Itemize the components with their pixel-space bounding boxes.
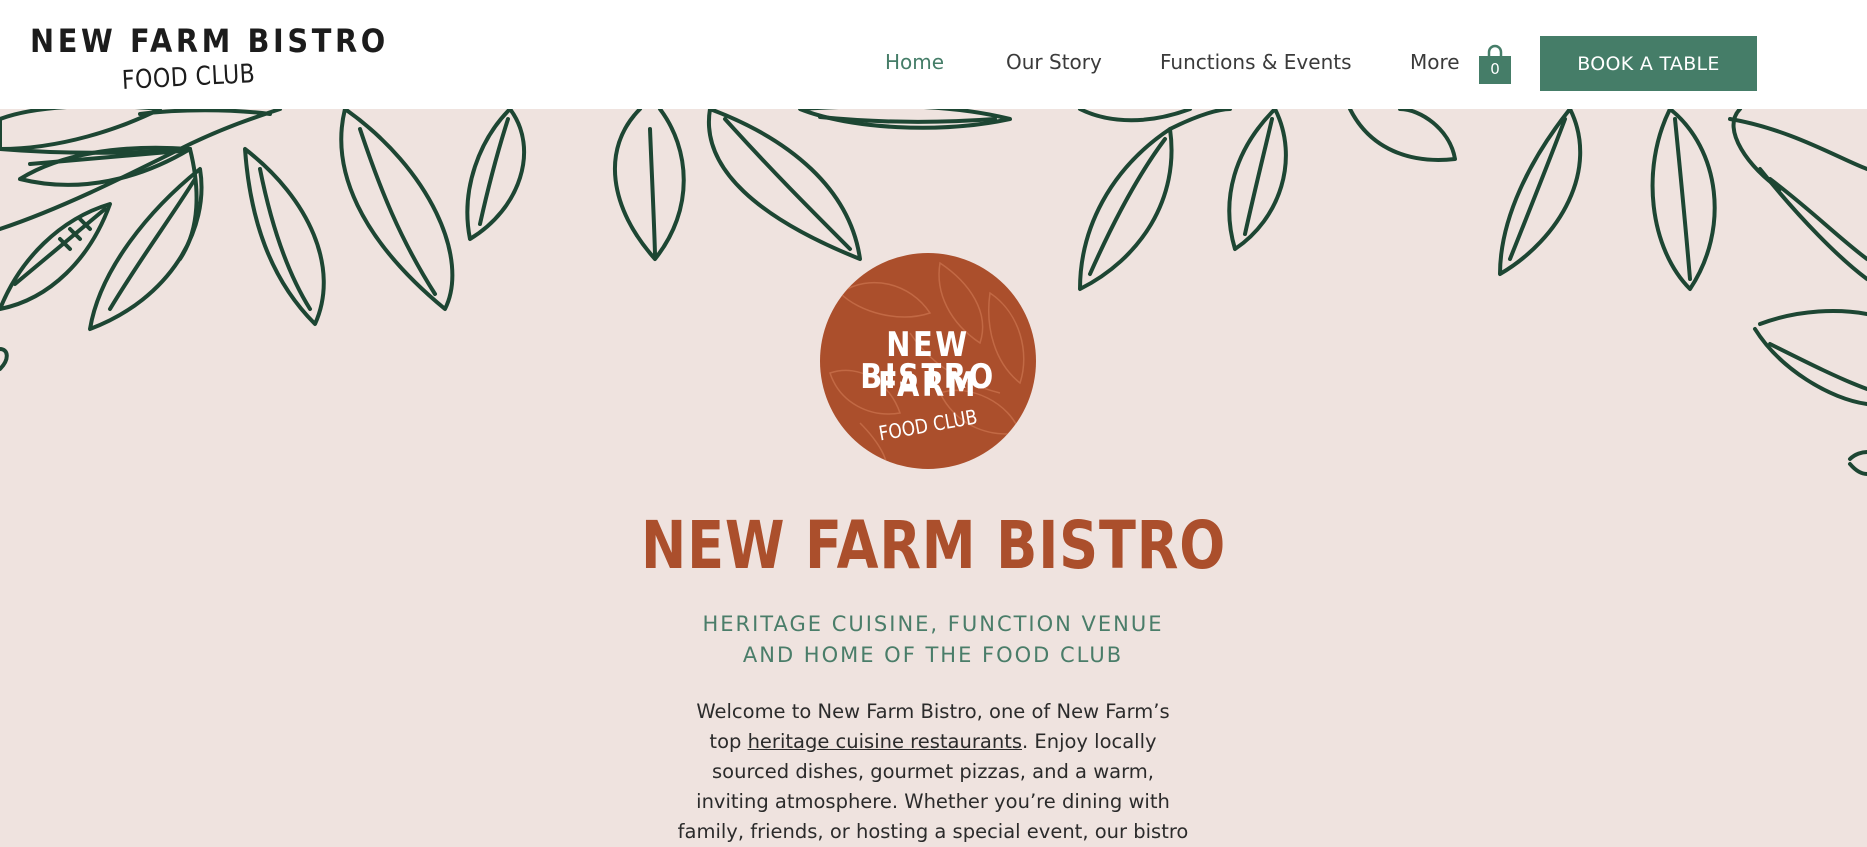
intro-line2-pre: top xyxy=(709,730,748,753)
brand-name: NEW FARM BISTRO xyxy=(30,22,389,60)
hero-section: NEW FARM BISTRO FOOD CLUB NEW FARM BISTR… xyxy=(0,109,1867,843)
nav-item-more[interactable]: More xyxy=(1410,50,1460,74)
hero-logo-badge: NEW FARM BISTRO FOOD CLUB xyxy=(820,253,1036,469)
site-header: NEW FARM BISTRO FOOD CLUB Home Our Story… xyxy=(0,0,1867,109)
brand-tagline: FOOD CLUB xyxy=(121,59,256,96)
brand-logo[interactable]: NEW FARM BISTRO FOOD CLUB xyxy=(30,20,389,100)
intro-line1: Welcome to New Farm Bistro, one of New F… xyxy=(696,700,1170,723)
nav-item-our-story[interactable]: Our Story xyxy=(1006,50,1102,74)
subtitle-line2: AND HOME OF THE FOOD CLUB xyxy=(742,643,1124,667)
cart-count: 0 xyxy=(1490,60,1500,78)
book-a-table-button[interactable]: BOOK A TABLE xyxy=(1540,36,1757,91)
nav-item-functions-events[interactable]: Functions & Events xyxy=(1160,50,1352,74)
heritage-cuisine-link[interactable]: heritage cuisine restaurants xyxy=(748,730,1022,753)
subtitle-line1: HERITAGE CUISINE, FUNCTION VENUE xyxy=(702,612,1164,636)
intro-line5: family, friends, or hosting a special ev… xyxy=(677,820,1189,843)
nav-item-home[interactable]: Home xyxy=(885,50,944,74)
intro-line2: top heritage cuisine restaurants. Enjoy … xyxy=(633,727,1233,757)
badge-title-line2: BISTRO xyxy=(860,357,996,397)
hero-subtitle: HERITAGE CUISINE, FUNCTION VENUE AND HOM… xyxy=(633,609,1233,671)
page-title: NEW FARM BISTRO xyxy=(640,507,1227,584)
intro-line4: inviting atmosphere. Whether you’re dini… xyxy=(696,790,1170,813)
cart-button[interactable]: 0 xyxy=(1479,44,1511,84)
intro-line2-post: . Enjoy locally xyxy=(1022,730,1157,753)
intro-line3: sourced dishes, gourmet pizzas, and a wa… xyxy=(712,760,1154,783)
intro-paragraph: Welcome to New Farm Bistro, one of New F… xyxy=(633,697,1233,847)
